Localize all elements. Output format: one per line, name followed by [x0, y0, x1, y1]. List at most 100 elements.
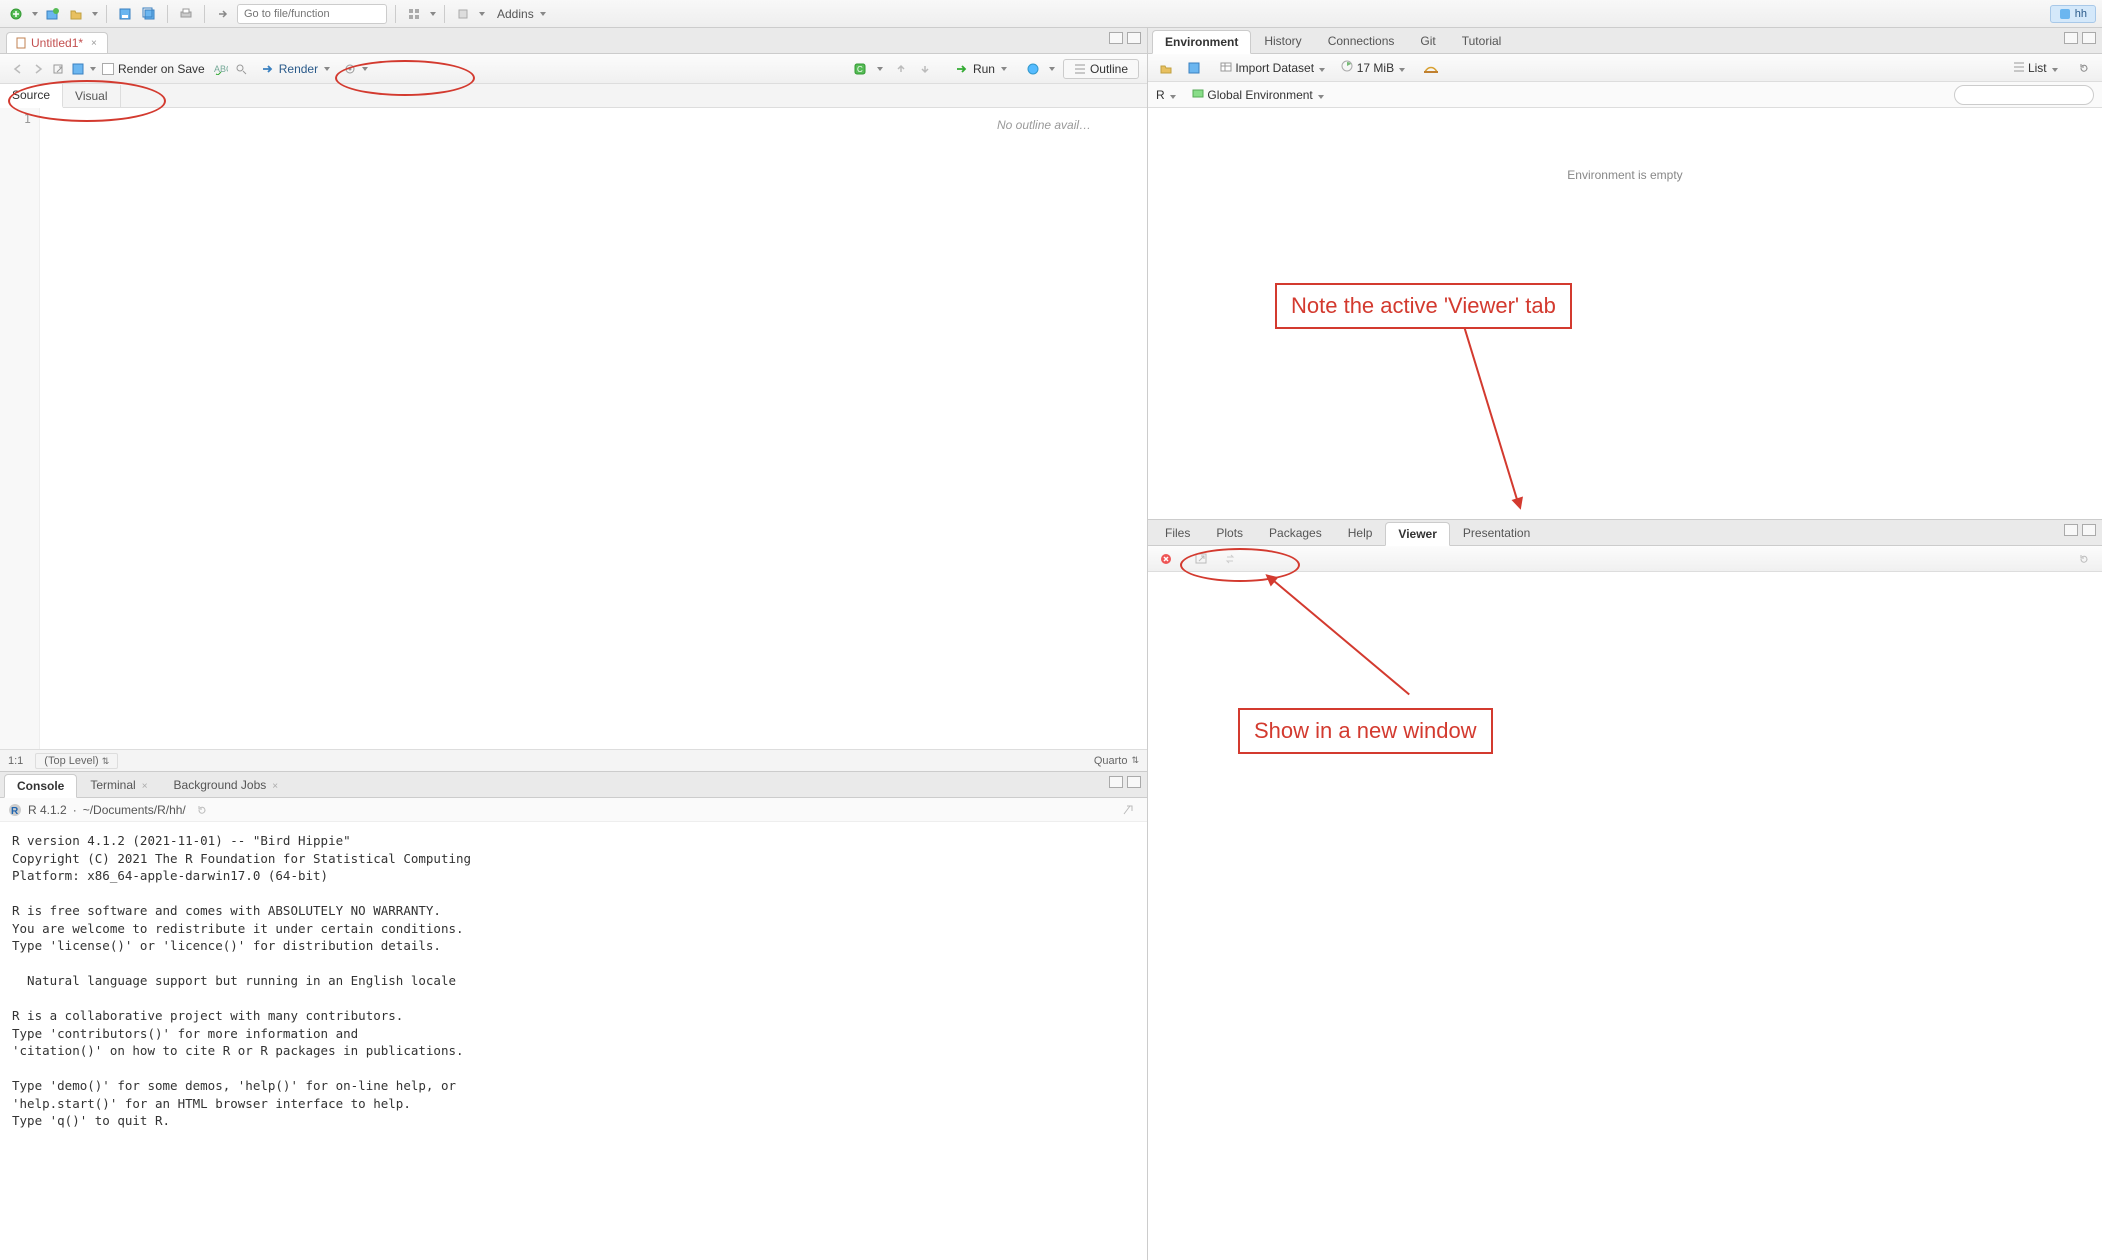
viewer-refresh-icon[interactable] [2074, 549, 2094, 569]
publish-icon[interactable] [1023, 59, 1043, 79]
open-file-icon[interactable] [66, 4, 86, 24]
editor-gutter: 1 [0, 108, 40, 749]
visual-mode-tab[interactable]: Visual [63, 85, 120, 107]
history-tab[interactable]: History [1251, 29, 1314, 53]
goto-input[interactable] [237, 4, 387, 24]
source-mode-tab[interactable]: Source [0, 84, 63, 108]
insert-chunk-icon[interactable]: C [851, 59, 871, 79]
svg-text:R: R [11, 806, 19, 817]
insert-chunk-dropdown[interactable] [877, 67, 883, 71]
viewer-tab[interactable]: Viewer [1385, 522, 1449, 546]
bgjobs-close-icon[interactable]: × [272, 781, 278, 792]
project-badge[interactable]: hh [2050, 5, 2096, 23]
new-file-dropdown[interactable] [32, 12, 38, 16]
tutorial-tab[interactable]: Tutorial [1449, 29, 1515, 53]
forward-icon[interactable] [28, 59, 48, 79]
render-button[interactable]: Render [251, 60, 340, 78]
viewer-max-icon[interactable] [2082, 524, 2096, 536]
addins-button[interactable]: Addins [489, 5, 554, 23]
main-toolbar: Addins hh [0, 0, 2102, 28]
files-tab[interactable]: Files [1152, 521, 1203, 545]
env-max-icon[interactable] [2082, 32, 2096, 44]
svg-text:C: C [857, 65, 863, 74]
outline-label: Outline [1090, 62, 1128, 76]
goto-icon[interactable] [213, 4, 233, 24]
save-icon[interactable] [115, 4, 135, 24]
editor-area[interactable]: 1 No outline avail… [0, 108, 1147, 749]
viewer-min-icon[interactable] [2064, 524, 2078, 536]
maximize-pane-icon[interactable] [1127, 32, 1141, 44]
settings-dropdown[interactable] [362, 67, 368, 71]
presentation-tab[interactable]: Presentation [1450, 521, 1543, 545]
render-on-save-toggle[interactable]: Render on Save [96, 60, 211, 78]
show-in-new-window-icon[interactable] [1192, 549, 1212, 569]
git-tab[interactable]: Git [1407, 29, 1448, 53]
open-recent-dropdown[interactable] [92, 12, 98, 16]
settings-gear-icon[interactable] [340, 59, 360, 79]
run-label: Run [973, 62, 995, 76]
scope-selector[interactable]: (Top Level) ⇅ [35, 753, 118, 769]
doc-type-label[interactable]: Quarto [1094, 755, 1128, 767]
project-name: hh [2075, 8, 2087, 20]
env-scope-selector[interactable]: Global Environment [1192, 87, 1324, 102]
render-on-save-label: Render on Save [118, 62, 205, 76]
source-pane: Untitled1* × [0, 28, 1147, 772]
console-max-icon[interactable] [1127, 776, 1141, 788]
go-prev-chunk-icon[interactable] [891, 59, 911, 79]
bgjobs-tab[interactable]: Background Jobs× [161, 773, 292, 797]
print-icon[interactable] [176, 4, 196, 24]
env-search-input[interactable] [1954, 85, 2094, 105]
help-tab[interactable]: Help [1335, 521, 1386, 545]
clear-env-icon[interactable] [1421, 58, 1441, 78]
popout-icon[interactable] [48, 59, 68, 79]
run-button[interactable]: Run [947, 60, 1015, 78]
refresh-env-icon[interactable] [2074, 58, 2094, 78]
connections-tab[interactable]: Connections [1315, 29, 1408, 53]
memory-usage[interactable]: 17 MiB [1341, 60, 1405, 75]
render-label: Render [279, 62, 318, 76]
clear-viewer-icon[interactable] [1156, 549, 1176, 569]
viewer-content [1148, 572, 2102, 1260]
view-mode-list[interactable]: List [2013, 61, 2058, 75]
back-icon[interactable] [8, 59, 28, 79]
console-tab[interactable]: Console [4, 774, 77, 798]
render-on-save-checkbox[interactable] [102, 63, 114, 75]
terminal-tab[interactable]: Terminal× [77, 773, 160, 797]
minimize-pane-icon[interactable] [1109, 32, 1123, 44]
close-tab-icon[interactable]: × [91, 38, 97, 49]
env-min-icon[interactable] [2064, 32, 2078, 44]
plots-tab[interactable]: Plots [1203, 521, 1256, 545]
terminal-close-icon[interactable]: × [142, 781, 148, 792]
viewer-pane: Files Plots Packages Help Viewer Present… [1148, 520, 2102, 1260]
save-workspace-icon[interactable] [1184, 58, 1204, 78]
new-file-icon[interactable] [6, 4, 26, 24]
tools-icon[interactable] [453, 4, 473, 24]
doc-tab-title: Untitled1* [31, 36, 83, 50]
language-selector[interactable]: R [1156, 88, 1176, 102]
r-logo-icon: R [8, 803, 22, 817]
load-workspace-icon[interactable] [1156, 58, 1176, 78]
packages-tab[interactable]: Packages [1256, 521, 1335, 545]
panes-dropdown[interactable] [430, 12, 436, 16]
sync-icon[interactable] [1220, 549, 1240, 569]
save-all-icon[interactable] [139, 4, 159, 24]
environment-tab[interactable]: Environment [1152, 30, 1251, 54]
r-version: R 4.1.2 [28, 803, 67, 817]
clear-console-icon[interactable] [1119, 800, 1139, 820]
import-dataset-button[interactable]: Import Dataset [1220, 60, 1325, 75]
new-project-icon[interactable] [42, 4, 62, 24]
console-min-icon[interactable] [1109, 776, 1123, 788]
publish-dropdown[interactable] [1049, 67, 1055, 71]
outline-placeholder: No outline avail… [997, 118, 1137, 132]
outline-button[interactable]: Outline [1063, 59, 1139, 79]
go-next-chunk-icon[interactable] [915, 59, 935, 79]
document-tab[interactable]: Untitled1* × [6, 32, 108, 53]
tools-dropdown[interactable] [479, 12, 485, 16]
wd-refresh-icon[interactable] [192, 800, 212, 820]
find-replace-icon[interactable] [231, 59, 251, 79]
console-output[interactable]: R version 4.1.2 (2021-11-01) -- "Bird Hi… [0, 822, 1147, 1260]
save-doc-icon[interactable] [68, 59, 88, 79]
spellcheck-icon[interactable]: ABC [211, 59, 231, 79]
grid-icon[interactable] [404, 4, 424, 24]
cursor-position: 1:1 [8, 755, 23, 767]
